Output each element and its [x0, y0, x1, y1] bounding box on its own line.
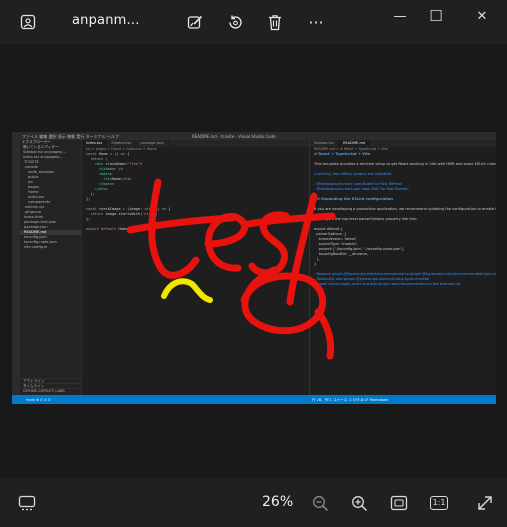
rotate-icon[interactable] — [221, 8, 249, 36]
fullscreen-icon[interactable] — [472, 491, 498, 515]
actual-size-label: 1:1 — [430, 496, 448, 510]
close-button[interactable]: ✕ — [464, 4, 500, 28]
fit-to-window-icon[interactable] — [386, 491, 412, 515]
handwritten-test-scribble — [126, 178, 336, 360]
minimize-button[interactable]: — — [382, 4, 418, 28]
zoom-out-icon[interactable] — [307, 491, 333, 515]
vscode-screenshot: ファイル 編集 選択 表示 移動 実行 ターミナル ヘルプ README.md … — [12, 132, 496, 404]
maximize-button[interactable]: ☐ — [418, 4, 454, 28]
actual-size-icon[interactable]: 1:1 — [426, 491, 452, 515]
filmstrip-icon[interactable] — [14, 491, 40, 515]
more-icon[interactable]: ··· — [302, 8, 330, 36]
bottom-toolbar: 26% 1:1 — [0, 478, 507, 527]
image-canvas[interactable]: ファイル 編集 選択 表示 移動 実行 ターミナル ヘルプ README.md … — [0, 44, 507, 478]
zoom-in-icon[interactable] — [346, 491, 372, 515]
zoom-level: 26% — [262, 494, 294, 510]
title-bar: anpanm... ··· — ☐ ✕ — [0, 0, 507, 44]
edit-image-icon[interactable] — [181, 8, 209, 36]
gallery-icon[interactable] — [14, 8, 42, 36]
app-title: anpanm... — [72, 13, 140, 28]
delete-icon[interactable] — [261, 8, 289, 36]
